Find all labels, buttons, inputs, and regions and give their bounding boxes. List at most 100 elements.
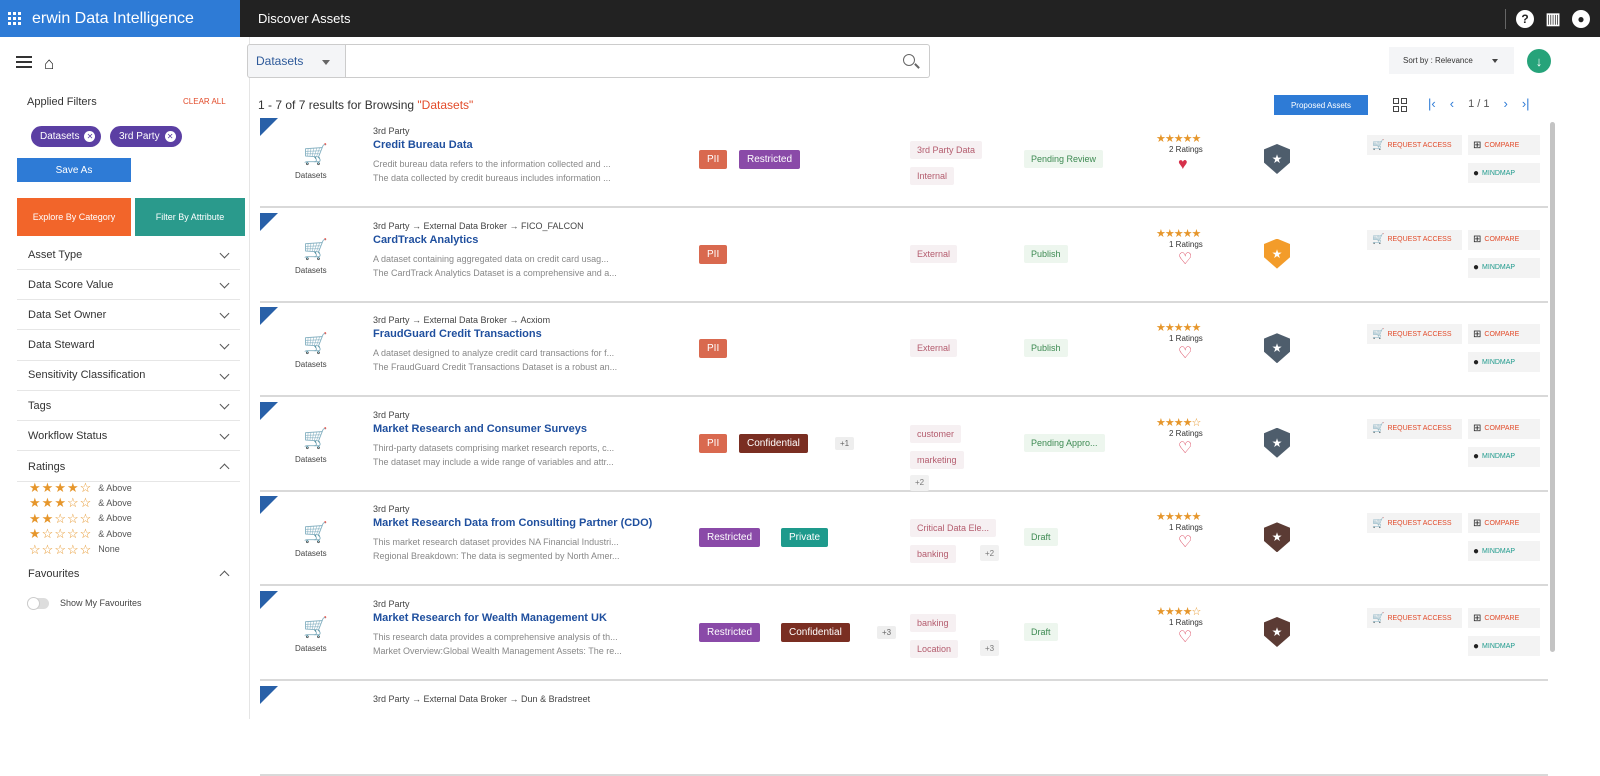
asset-type-label: Datasets bbox=[295, 454, 327, 464]
filter-data-steward[interactable]: Data Steward bbox=[17, 331, 240, 361]
favourites-toggle[interactable] bbox=[27, 597, 49, 610]
asset-card[interactable]: 3rd Party → External Data Broker → Acxio… bbox=[260, 307, 1548, 398]
more-tags-badge[interactable]: +3 bbox=[877, 626, 897, 639]
star-icon: ★ bbox=[54, 495, 66, 511]
filter-data-set-owner[interactable]: Data Set Owner bbox=[17, 300, 240, 331]
heart-icon[interactable]: ♡ bbox=[1178, 535, 1192, 551]
compare-button[interactable]: ⊞ COMPARE bbox=[1468, 608, 1540, 628]
compare-button[interactable]: ⊞ COMPARE bbox=[1468, 418, 1540, 439]
star-icon: ☆ bbox=[79, 480, 92, 495]
mindmap-button[interactable]: ● MINDMAP bbox=[1468, 163, 1540, 183]
grid-view-icon[interactable] bbox=[1393, 98, 1407, 112]
asset-path: 3rd Party → External Data Broker → Acxio… bbox=[373, 315, 551, 326]
asset-type-label: Datasets bbox=[295, 644, 327, 653]
search-input[interactable] bbox=[346, 44, 930, 78]
mindmap-button[interactable]: ● MINDMAP bbox=[1468, 636, 1540, 656]
mindmap-button[interactable]: ● MINDMAP bbox=[1468, 541, 1540, 562]
mindmap-button[interactable]: ● MINDMAP bbox=[1468, 257, 1540, 278]
asset-card[interactable]: 3rd Party 🛒 Datasets Market Research and Co… bbox=[260, 401, 1548, 492]
filter-by-attribute-button[interactable]: Filter By Attribute bbox=[135, 198, 245, 236]
heart-icon[interactable]: ♡ bbox=[1178, 346, 1192, 362]
compare-button[interactable]: ⊞ COMPARE bbox=[1468, 513, 1540, 534]
mindmap-button[interactable]: ● MINDMAP bbox=[1468, 446, 1540, 467]
clear-all-button[interactable]: CLEAR ALL bbox=[183, 97, 226, 106]
star-icon: ★ bbox=[29, 526, 41, 542]
asset-card[interactable]: 3rd Party 🛒 Datasets Credit Bureau Data Cred… bbox=[260, 118, 1548, 208]
save-as-button[interactable]: Save As bbox=[17, 158, 131, 182]
scrollbar[interactable] bbox=[1550, 122, 1555, 652]
rating-filter-row[interactable]: ★ ★ ★ ☆ ☆ & Above bbox=[29, 496, 132, 509]
app-grid-icon[interactable] bbox=[8, 11, 22, 26]
compare-button[interactable]: ⊞ COMPARE bbox=[1468, 324, 1540, 345]
more-tags-badge[interactable]: +1 bbox=[835, 436, 855, 450]
rating-filter-row[interactable]: ★ ☆ ☆ ☆ ☆ & Above bbox=[29, 527, 132, 540]
asset-card[interactable]: 3rd Party → External Data Broker → FICO_… bbox=[260, 212, 1548, 303]
mindmap-button[interactable]: ● MINDMAP bbox=[1468, 352, 1540, 373]
heart-icon[interactable]: ♡ bbox=[1178, 251, 1192, 268]
filter-workflow-status[interactable]: Workflow Status bbox=[17, 421, 240, 452]
help-icon[interactable]: ? bbox=[1516, 10, 1534, 28]
chevron-down-icon bbox=[219, 248, 230, 259]
next-page-icon[interactable]: › bbox=[1503, 96, 1507, 111]
filter-data-score-value[interactable]: Data Score Value bbox=[17, 270, 240, 301]
sort-select[interactable]: Sort by : Relevance bbox=[1389, 47, 1514, 74]
rating-filter-row[interactable]: ☆ ☆ ☆ ☆ ☆ None bbox=[29, 543, 120, 556]
apps-icon[interactable]: ▥ bbox=[1544, 10, 1562, 28]
user-icon[interactable]: ● bbox=[1572, 10, 1590, 28]
shield-star-icon: ★ bbox=[1264, 427, 1290, 458]
rating-filter-row[interactable]: ★ ★ ☆ ☆ ☆ & Above bbox=[29, 512, 132, 525]
last-page-icon[interactable]: ›| bbox=[1522, 96, 1530, 111]
action-label: COMPARE bbox=[1484, 330, 1520, 338]
prev-page-icon[interactable]: ‹ bbox=[1450, 96, 1454, 111]
dataset-type-select[interactable]: Datasets bbox=[247, 44, 346, 78]
hamburger-icon[interactable] bbox=[16, 56, 32, 68]
more-labels-badge[interactable]: +2 bbox=[910, 474, 930, 491]
request-access-button[interactable]: 🛒 REQUEST ACCESS bbox=[1367, 324, 1462, 345]
request-access-button[interactable]: 🛒 REQUEST ACCESS bbox=[1367, 418, 1462, 439]
chevron-down-icon bbox=[219, 278, 230, 289]
proposed-assets-button[interactable]: Proposed Assets bbox=[1274, 95, 1368, 115]
asset-title-link[interactable]: Market Research and Consumer Surveys bbox=[373, 423, 587, 435]
rating-filter-row[interactable]: ★ ★ ★ ★ ☆ & Above bbox=[29, 481, 132, 494]
asset-card[interactable]: 3rd Party 🛒 Datasets Market Research Data f… bbox=[260, 496, 1548, 587]
more-labels-badge[interactable]: +3 bbox=[980, 640, 1000, 656]
asset-card[interactable]: 3rd Party → External Data Broker → Dun &… bbox=[260, 685, 1548, 776]
filter-favourites[interactable]: Favourites bbox=[17, 559, 240, 589]
explore-by-category-button[interactable]: Explore By Category bbox=[17, 198, 131, 236]
cart-icon: 🛒 bbox=[1372, 423, 1385, 435]
heart-icon[interactable]: ♥ bbox=[1178, 157, 1188, 173]
asset-card[interactable]: 3rd Party 🛒 Datasets Market Research for We… bbox=[260, 591, 1548, 681]
close-icon[interactable]: ✕ bbox=[84, 131, 96, 142]
filter-chip-3rd-party[interactable]: 3rd Party ✕ bbox=[110, 126, 182, 147]
asset-path: 3rd Party bbox=[373, 409, 410, 420]
more-labels-badge[interactable]: +2 bbox=[980, 545, 1000, 562]
asset-title-link[interactable]: CardTrack Analytics bbox=[373, 234, 478, 246]
filter-chip-datasets[interactable]: Datasets ✕ bbox=[31, 126, 102, 147]
page-indicator: 1 / 1 bbox=[1468, 97, 1490, 110]
action-label: MINDMAP bbox=[1482, 264, 1516, 272]
asset-title-link[interactable]: Market Research Data from Consulting Par… bbox=[373, 517, 652, 529]
request-access-button[interactable]: 🛒 REQUEST ACCESS bbox=[1367, 135, 1462, 155]
chip-label: 3rd Party bbox=[119, 131, 160, 142]
filter-ratings[interactable]: Ratings bbox=[17, 452, 240, 482]
compare-icon: ⊞ bbox=[1473, 234, 1482, 246]
heart-icon[interactable]: ♡ bbox=[1178, 440, 1192, 457]
download-icon[interactable]: ↓ bbox=[1527, 49, 1551, 73]
asset-title-link[interactable]: Market Research for Wealth Management UK bbox=[373, 612, 607, 624]
heart-icon[interactable]: ♡ bbox=[1178, 630, 1192, 646]
compare-button[interactable]: ⊞ COMPARE bbox=[1468, 135, 1540, 155]
home-icon[interactable]: ⌂ bbox=[44, 54, 54, 74]
first-page-icon[interactable]: |‹ bbox=[1428, 96, 1436, 111]
filter-tags[interactable]: Tags bbox=[17, 391, 240, 421]
request-access-button[interactable]: 🛒 REQUEST ACCESS bbox=[1367, 513, 1462, 534]
search-icon[interactable] bbox=[903, 54, 915, 66]
compare-button[interactable]: ⊞ COMPARE bbox=[1468, 229, 1540, 250]
request-access-button[interactable]: 🛒 REQUEST ACCESS bbox=[1367, 229, 1462, 250]
close-icon[interactable]: ✕ bbox=[164, 131, 176, 142]
request-access-button[interactable]: 🛒 REQUEST ACCESS bbox=[1367, 608, 1462, 628]
filter-asset-type[interactable]: Asset Type bbox=[17, 240, 240, 270]
brand[interactable]: erwin Data Intelligence bbox=[0, 0, 240, 37]
asset-title-link[interactable]: Credit Bureau Data bbox=[373, 139, 473, 151]
asset-title-link[interactable]: FraudGuard Credit Transactions bbox=[373, 328, 542, 340]
filter-sensitivity-classification[interactable]: Sensitivity Classification bbox=[17, 361, 240, 391]
